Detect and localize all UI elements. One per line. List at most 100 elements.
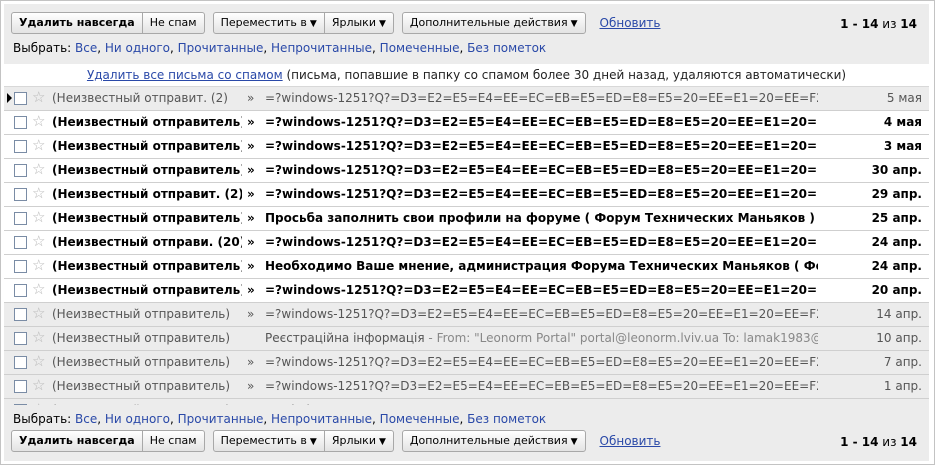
select-starred-link[interactable]: Помеченные <box>380 41 460 55</box>
row-checkbox[interactable] <box>14 140 27 153</box>
subject: =?windows-1251?Q?=D3=E2=E5=E4=EE=EC=EB=E… <box>265 307 818 321</box>
important-marker: » <box>247 355 255 369</box>
star-icon[interactable]: ☆ <box>32 113 45 130</box>
row-checkbox[interactable] <box>14 92 27 105</box>
message-row[interactable]: ☆ (Неизвестный отправи. (20) » =?windows-12… <box>4 231 929 255</box>
star-icon[interactable]: ☆ <box>32 305 45 322</box>
more-actions-button[interactable]: Дополнительные действия ▼ <box>401 12 586 34</box>
message-row[interactable]: ☆ (Неизвестный отправит. (2) » =?windows-12… <box>4 183 929 207</box>
select-unstarred-link[interactable]: Без пометок <box>467 41 546 55</box>
message-row[interactable]: ☆ (Неизвестный отправит. (2) » =?windows-12… <box>4 87 929 111</box>
message-row[interactable]: ☆ (Неизвестный отправитель) » Просьба запо… <box>4 207 929 231</box>
subject-text: =?windows-1251?Q?=D3=E2=E5=E4=EE=EC=EB=E… <box>265 307 818 321</box>
move-to-button[interactable]: Переместить в ▼ <box>212 12 325 34</box>
select-starred-link[interactable]: Помеченные <box>380 412 460 426</box>
row-checkbox[interactable] <box>14 212 27 225</box>
subject-text: =?windows-1251?Q?=D3=E2=E5=E4=EE=EC=EB=E… <box>265 355 818 369</box>
message-row[interactable]: ☆ (Неизвестный отправитель) » =?windows-12… <box>4 375 929 399</box>
sender-name: (Неизвестный отправитель) <box>52 163 242 177</box>
star-icon[interactable]: ☆ <box>32 161 45 178</box>
delete-forever-button[interactable]: Удалить навсегда <box>11 12 143 34</box>
message-count: 1 - 14 из 14 <box>840 17 917 31</box>
labels-button[interactable]: Ярлыки ▼ <box>324 430 394 452</box>
message-row[interactable]: ☆ (Неизвестный отправитель) » =?windows-12… <box>4 111 929 135</box>
star-icon[interactable]: ☆ <box>32 257 45 274</box>
sender: (Неизвестный отправит. (2) <box>52 91 242 105</box>
snippet: - From: "Leonorm Portal" portal@leonorm.… <box>424 331 818 345</box>
sender: (Неизвестный отправитель) <box>52 379 242 393</box>
labels-button[interactable]: Ярлыки ▼ <box>324 12 394 34</box>
select-all-link[interactable]: Все <box>75 41 97 55</box>
message-row[interactable]: ☆ (Неизвестный отправитель) » Необходимо В… <box>4 255 929 279</box>
message-row[interactable]: ☆ (Неизвестный отправитель) » =?windows-12… <box>4 279 929 303</box>
count-total: 14 <box>900 435 917 449</box>
star-icon[interactable]: ☆ <box>32 353 45 370</box>
select-unread-link[interactable]: Непрочитанные <box>271 412 372 426</box>
sender-name: (Неизвестный отправитель) <box>52 355 231 369</box>
move-to-button[interactable]: Переместить в ▼ <box>212 430 325 452</box>
date: 20 апр. <box>871 283 922 297</box>
sender-name: (Неизвестный отправитель) <box>52 283 242 297</box>
not-spam-button[interactable]: Не спам <box>142 430 205 452</box>
row-checkbox[interactable] <box>14 284 27 297</box>
refresh-link[interactable]: Обновить <box>600 434 661 448</box>
row-checkbox[interactable] <box>14 164 27 177</box>
row-checkbox[interactable] <box>14 188 27 201</box>
row-checkbox[interactable] <box>14 260 27 273</box>
more-actions-button[interactable]: Дополнительные действия ▼ <box>401 430 586 452</box>
message-row[interactable]: ☆ (Неизвестный отправитель) » =?windows-12… <box>4 351 929 375</box>
select-unstarred-link[interactable]: Без пометок <box>467 412 546 426</box>
spam-notice-text: (письма, попавшие в папку со спамом боле… <box>286 68 847 82</box>
chevron-down-icon: ▼ <box>570 19 578 29</box>
important-marker: » <box>247 379 255 393</box>
spam-notice: Удалить все письма со спамом (письма, по… <box>4 64 929 87</box>
star-icon[interactable]: ☆ <box>32 233 45 250</box>
star-icon[interactable]: ☆ <box>32 89 45 106</box>
subject-text: Просьба заполнить свои профили на форуме… <box>265 211 815 225</box>
date: 4 мая <box>883 115 922 129</box>
not-spam-button[interactable]: Не спам <box>142 12 205 34</box>
chevron-down-icon: ▼ <box>378 19 386 29</box>
star-icon[interactable]: ☆ <box>32 209 45 226</box>
message-row[interactable]: ☆ (Неизвестный отправитель) » =?windows-12… <box>4 303 929 327</box>
date: 30 апр. <box>871 163 922 177</box>
message-row[interactable]: ☆ (Неизвестный отправитель) Реєстраційна … <box>4 327 929 351</box>
sender: (Неизвестный отправитель) <box>52 355 242 369</box>
row-pointer-icon <box>7 93 12 103</box>
row-checkbox[interactable] <box>14 356 27 369</box>
star-icon[interactable]: ☆ <box>32 377 45 394</box>
select-unread-link[interactable]: Непрочитанные <box>271 41 372 55</box>
subject: Просьба заполнить свои профили на форуме… <box>265 211 818 225</box>
select-none-link[interactable]: Ни одного <box>105 412 170 426</box>
select-read-link[interactable]: Прочитанные <box>178 412 264 426</box>
star-icon[interactable]: ☆ <box>32 281 45 298</box>
row-checkbox[interactable] <box>14 308 27 321</box>
select-all-link[interactable]: Все <box>75 412 97 426</box>
sender-name: (Неизвестный отправи. <box>52 235 214 249</box>
select-none-link[interactable]: Ни одного <box>105 41 170 55</box>
star-icon[interactable]: ☆ <box>32 329 45 346</box>
row-checkbox[interactable] <box>14 116 27 129</box>
delete-all-spam-link[interactable]: Удалить все письма со спамом <box>87 68 283 82</box>
count-of: из <box>882 435 897 449</box>
row-checkbox[interactable] <box>14 332 27 345</box>
chevron-down-icon: ▼ <box>570 437 578 447</box>
refresh-link[interactable]: Обновить <box>600 16 661 30</box>
sender-name: (Неизвестный отправитель) <box>52 331 231 345</box>
sender-name: (Неизвестный отправитель) <box>52 259 242 273</box>
message-row[interactable]: ☆ (Неизвестный отправитель) » =?windows-12… <box>4 159 929 183</box>
message-count: 1 - 14 из 14 <box>840 435 917 449</box>
count-total: 14 <box>900 17 917 31</box>
message-row[interactable]: ☆ (Неизвестный отправитель) » =?windows-12… <box>4 135 929 159</box>
sender-name: (Неизвестный отправитель) <box>52 307 231 321</box>
star-icon[interactable]: ☆ <box>32 185 45 202</box>
row-checkbox[interactable] <box>14 380 27 393</box>
date: 5 мая <box>886 91 922 105</box>
star-icon[interactable]: ☆ <box>32 137 45 154</box>
delete-forever-button[interactable]: Удалить навсегда <box>11 430 143 452</box>
message-list: ☆ (Неизвестный отправит. (2) » =?windows-12… <box>4 87 929 423</box>
top-action-buttons: Удалить навсегда Не спам Переместить в ▼ … <box>11 11 660 35</box>
chevron-down-icon: ▼ <box>309 19 317 29</box>
select-read-link[interactable]: Прочитанные <box>178 41 264 55</box>
row-checkbox[interactable] <box>14 236 27 249</box>
